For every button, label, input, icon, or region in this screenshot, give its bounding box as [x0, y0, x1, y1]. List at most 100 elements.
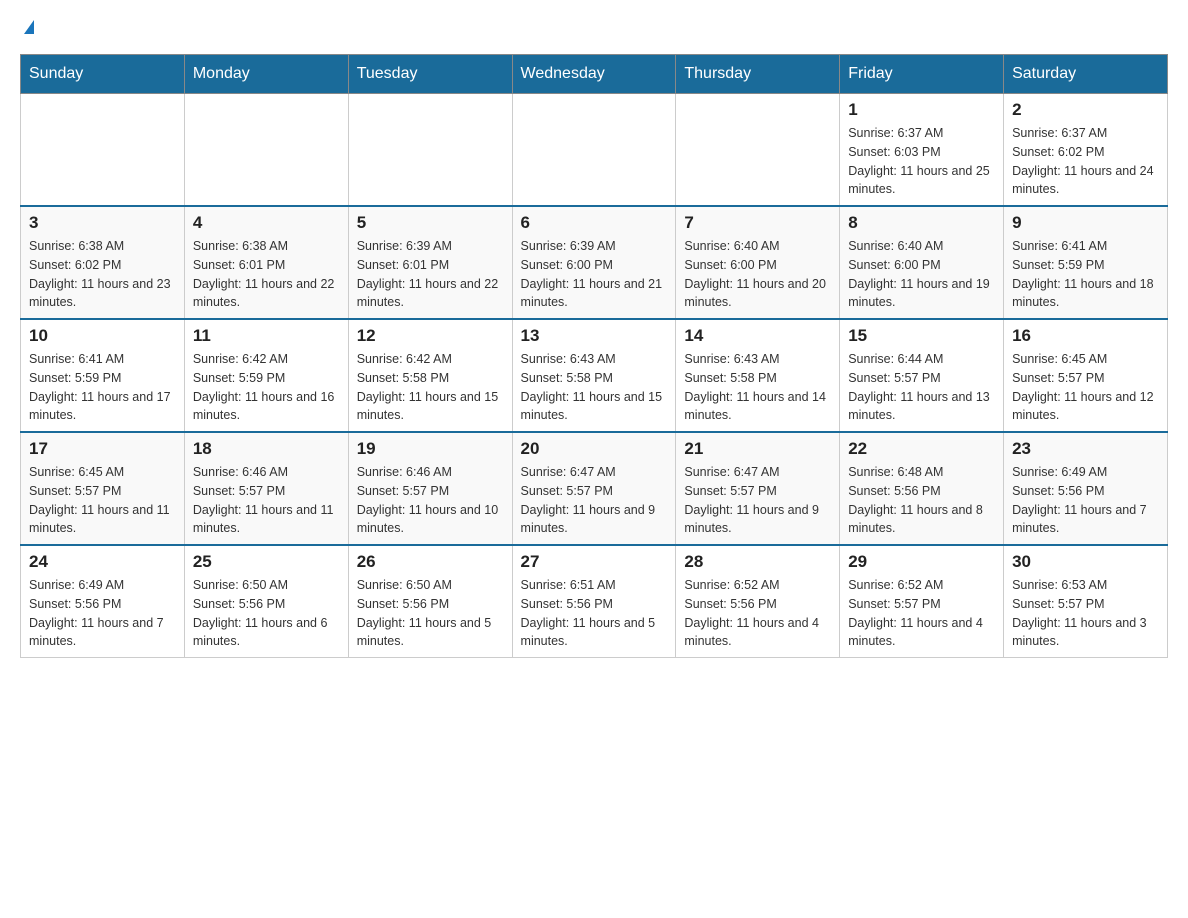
- page-header: [20, 20, 1168, 34]
- day-number: 18: [193, 439, 340, 459]
- day-info: Sunrise: 6:49 AMSunset: 5:56 PMDaylight:…: [1012, 463, 1159, 538]
- day-number: 20: [521, 439, 668, 459]
- day-info: Sunrise: 6:45 AMSunset: 5:57 PMDaylight:…: [1012, 350, 1159, 425]
- day-number: 23: [1012, 439, 1159, 459]
- day-number: 7: [684, 213, 831, 233]
- calendar-day-cell: 10 Sunrise: 6:41 AMSunset: 5:59 PMDayligh…: [21, 319, 185, 432]
- day-info: Sunrise: 6:41 AMSunset: 5:59 PMDaylight:…: [29, 350, 176, 425]
- day-info: Sunrise: 6:43 AMSunset: 5:58 PMDaylight:…: [521, 350, 668, 425]
- calendar-week-row: 3 Sunrise: 6:38 AMSunset: 6:02 PMDaylight…: [21, 206, 1168, 319]
- calendar-day-cell: 15 Sunrise: 6:44 AMSunset: 5:57 PMDayligh…: [840, 319, 1004, 432]
- calendar-day-cell: [676, 94, 840, 207]
- calendar-day-cell: 18 Sunrise: 6:46 AMSunset: 5:57 PMDayligh…: [184, 432, 348, 545]
- calendar-day-cell: 24 Sunrise: 6:49 AMSunset: 5:56 PMDayligh…: [21, 545, 185, 658]
- day-info: Sunrise: 6:52 AMSunset: 5:57 PMDaylight:…: [848, 576, 995, 651]
- calendar-header-row: SundayMondayTuesdayWednesdayThursdayFrid…: [21, 55, 1168, 94]
- day-info: Sunrise: 6:46 AMSunset: 5:57 PMDaylight:…: [357, 463, 504, 538]
- day-number: 13: [521, 326, 668, 346]
- calendar-day-cell: 17 Sunrise: 6:45 AMSunset: 5:57 PMDayligh…: [21, 432, 185, 545]
- logo: [20, 20, 34, 34]
- calendar-day-cell: 25 Sunrise: 6:50 AMSunset: 5:56 PMDayligh…: [184, 545, 348, 658]
- calendar-week-row: 24 Sunrise: 6:49 AMSunset: 5:56 PMDayligh…: [21, 545, 1168, 658]
- day-number: 24: [29, 552, 176, 572]
- calendar-day-cell: 3 Sunrise: 6:38 AMSunset: 6:02 PMDaylight…: [21, 206, 185, 319]
- day-info: Sunrise: 6:45 AMSunset: 5:57 PMDaylight:…: [29, 463, 176, 538]
- day-info: Sunrise: 6:52 AMSunset: 5:56 PMDaylight:…: [684, 576, 831, 651]
- calendar-day-cell: 2 Sunrise: 6:37 AMSunset: 6:02 PMDaylight…: [1004, 94, 1168, 207]
- day-info: Sunrise: 6:46 AMSunset: 5:57 PMDaylight:…: [193, 463, 340, 538]
- calendar-day-cell: [21, 94, 185, 207]
- day-info: Sunrise: 6:47 AMSunset: 5:57 PMDaylight:…: [521, 463, 668, 538]
- calendar-day-cell: 29Sunrise: 6:52 AMSunset: 5:57 PMDayligh…: [840, 545, 1004, 658]
- day-info: Sunrise: 6:50 AMSunset: 5:56 PMDaylight:…: [193, 576, 340, 651]
- calendar-day-cell: [512, 94, 676, 207]
- day-info: Sunrise: 6:49 AMSunset: 5:56 PMDaylight:…: [29, 576, 176, 651]
- day-number: 15: [848, 326, 995, 346]
- day-number: 19: [357, 439, 504, 459]
- calendar-day-cell: 27 Sunrise: 6:51 AMSunset: 5:56 PMDayligh…: [512, 545, 676, 658]
- day-info: Sunrise: 6:47 AMSunset: 5:57 PMDaylight:…: [684, 463, 831, 538]
- calendar-day-cell: 22Sunrise: 6:48 AMSunset: 5:56 PMDayligh…: [840, 432, 1004, 545]
- day-number: 1: [848, 100, 995, 120]
- calendar-day-cell: [184, 94, 348, 207]
- day-info: Sunrise: 6:41 AMSunset: 5:59 PMDaylight:…: [1012, 237, 1159, 312]
- day-number: 3: [29, 213, 176, 233]
- day-info: Sunrise: 6:51 AMSunset: 5:56 PMDaylight:…: [521, 576, 668, 651]
- day-number: 10: [29, 326, 176, 346]
- calendar-day-header: Wednesday: [512, 55, 676, 94]
- calendar-day-header: Thursday: [676, 55, 840, 94]
- day-number: 27: [521, 552, 668, 572]
- calendar-day-cell: 5 Sunrise: 6:39 AMSunset: 6:01 PMDaylight…: [348, 206, 512, 319]
- day-info: Sunrise: 6:53 AMSunset: 5:57 PMDaylight:…: [1012, 576, 1159, 651]
- logo-triangle-icon: [24, 20, 34, 34]
- day-info: Sunrise: 6:42 AMSunset: 5:58 PMDaylight:…: [357, 350, 504, 425]
- calendar-day-cell: 26Sunrise: 6:50 AMSunset: 5:56 PMDayligh…: [348, 545, 512, 658]
- day-number: 12: [357, 326, 504, 346]
- day-info: Sunrise: 6:43 AMSunset: 5:58 PMDaylight:…: [684, 350, 831, 425]
- day-number: 6: [521, 213, 668, 233]
- calendar-day-header: Friday: [840, 55, 1004, 94]
- calendar-day-cell: 13 Sunrise: 6:43 AMSunset: 5:58 PMDayligh…: [512, 319, 676, 432]
- day-info: Sunrise: 6:38 AMSunset: 6:01 PMDaylight:…: [193, 237, 340, 312]
- calendar-week-row: 17 Sunrise: 6:45 AMSunset: 5:57 PMDayligh…: [21, 432, 1168, 545]
- calendar-day-header: Sunday: [21, 55, 185, 94]
- day-number: 5: [357, 213, 504, 233]
- day-info: Sunrise: 6:39 AMSunset: 6:00 PMDaylight:…: [521, 237, 668, 312]
- calendar-week-row: 1 Sunrise: 6:37 AMSunset: 6:03 PMDaylight…: [21, 94, 1168, 207]
- day-info: Sunrise: 6:38 AMSunset: 6:02 PMDaylight:…: [29, 237, 176, 312]
- day-number: 26: [357, 552, 504, 572]
- day-info: Sunrise: 6:48 AMSunset: 5:56 PMDaylight:…: [848, 463, 995, 538]
- calendar-day-cell: 7Sunrise: 6:40 AMSunset: 6:00 PMDaylight…: [676, 206, 840, 319]
- day-number: 2: [1012, 100, 1159, 120]
- day-info: Sunrise: 6:42 AMSunset: 5:59 PMDaylight:…: [193, 350, 340, 425]
- calendar-day-cell: 4 Sunrise: 6:38 AMSunset: 6:01 PMDaylight…: [184, 206, 348, 319]
- calendar-day-cell: 1 Sunrise: 6:37 AMSunset: 6:03 PMDaylight…: [840, 94, 1004, 207]
- day-number: 17: [29, 439, 176, 459]
- day-number: 25: [193, 552, 340, 572]
- calendar-day-cell: 11 Sunrise: 6:42 AMSunset: 5:59 PMDayligh…: [184, 319, 348, 432]
- calendar-day-cell: 6 Sunrise: 6:39 AMSunset: 6:00 PMDaylight…: [512, 206, 676, 319]
- day-info: Sunrise: 6:40 AMSunset: 6:00 PMDaylight:…: [848, 237, 995, 312]
- calendar-day-cell: 28 Sunrise: 6:52 AMSunset: 5:56 PMDayligh…: [676, 545, 840, 658]
- day-info: Sunrise: 6:44 AMSunset: 5:57 PMDaylight:…: [848, 350, 995, 425]
- day-number: 30: [1012, 552, 1159, 572]
- calendar-day-cell: 12 Sunrise: 6:42 AMSunset: 5:58 PMDayligh…: [348, 319, 512, 432]
- calendar-day-cell: 16Sunrise: 6:45 AMSunset: 5:57 PMDayligh…: [1004, 319, 1168, 432]
- calendar-day-cell: 23 Sunrise: 6:49 AMSunset: 5:56 PMDayligh…: [1004, 432, 1168, 545]
- calendar-day-cell: 20 Sunrise: 6:47 AMSunset: 5:57 PMDayligh…: [512, 432, 676, 545]
- calendar-day-header: Monday: [184, 55, 348, 94]
- calendar-week-row: 10 Sunrise: 6:41 AMSunset: 5:59 PMDayligh…: [21, 319, 1168, 432]
- day-info: Sunrise: 6:39 AMSunset: 6:01 PMDaylight:…: [357, 237, 504, 312]
- day-number: 11: [193, 326, 340, 346]
- calendar-day-cell: 9Sunrise: 6:41 AMSunset: 5:59 PMDaylight…: [1004, 206, 1168, 319]
- day-number: 4: [193, 213, 340, 233]
- day-number: 28: [684, 552, 831, 572]
- day-number: 21: [684, 439, 831, 459]
- calendar-day-header: Saturday: [1004, 55, 1168, 94]
- day-number: 14: [684, 326, 831, 346]
- calendar-day-cell: 14 Sunrise: 6:43 AMSunset: 5:58 PMDayligh…: [676, 319, 840, 432]
- day-info: Sunrise: 6:37 AMSunset: 6:03 PMDaylight:…: [848, 124, 995, 199]
- day-info: Sunrise: 6:37 AMSunset: 6:02 PMDaylight:…: [1012, 124, 1159, 199]
- calendar-day-cell: 8Sunrise: 6:40 AMSunset: 6:00 PMDaylight…: [840, 206, 1004, 319]
- calendar-day-cell: 19 Sunrise: 6:46 AMSunset: 5:57 PMDayligh…: [348, 432, 512, 545]
